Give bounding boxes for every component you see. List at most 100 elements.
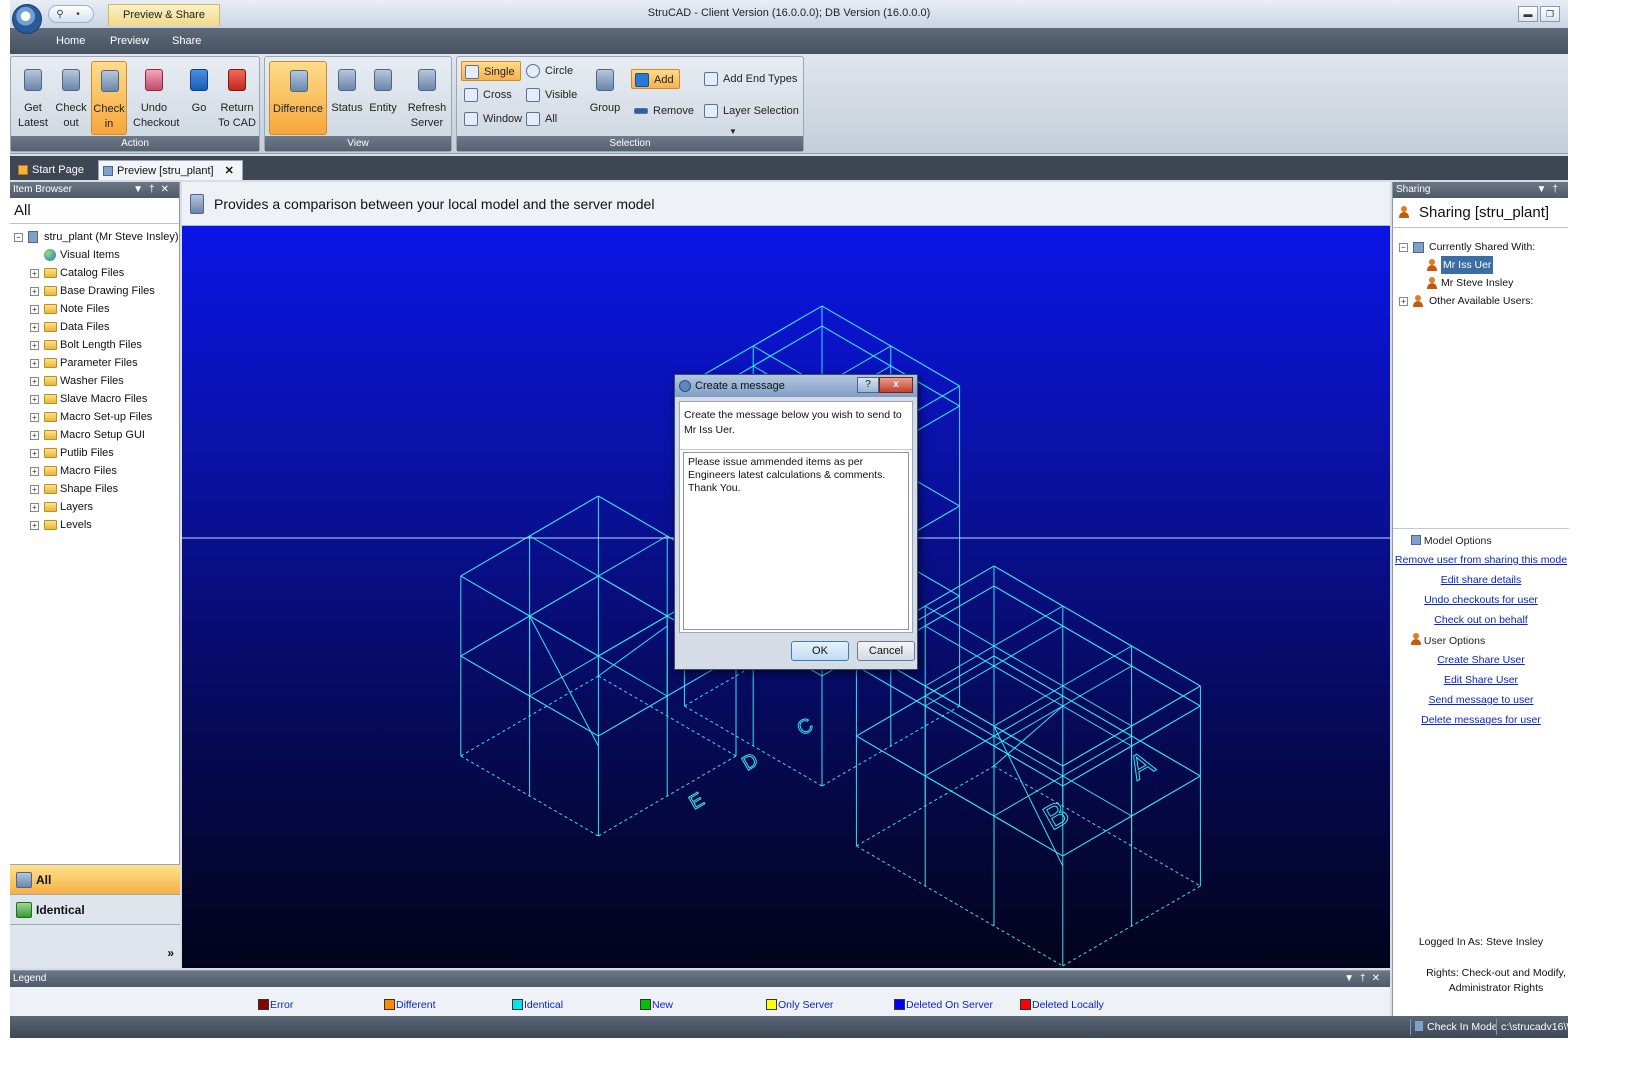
tab-preview[interactable]: Preview xyxy=(102,28,157,54)
viewer-description: Provides a comparison between your local… xyxy=(214,196,655,212)
delete-messages-link[interactable]: Delete messages for user xyxy=(1393,713,1569,727)
create-share-user-link[interactable]: Create Share User xyxy=(1393,653,1569,667)
layers-icon xyxy=(704,104,718,118)
edit-share-user-link[interactable]: Edit Share User xyxy=(1393,673,1569,687)
globe-icon xyxy=(44,249,56,261)
expand-icon[interactable]: + xyxy=(30,287,39,296)
collapse-icon[interactable]: − xyxy=(1399,243,1408,252)
expand-icon[interactable]: + xyxy=(30,395,39,404)
tree-item-putlib-files[interactable]: + Putlib Files xyxy=(10,444,179,462)
check-in-button[interactable]: Check in xyxy=(91,61,127,135)
folder-icon xyxy=(44,340,57,350)
go-button[interactable]: Go xyxy=(181,61,217,135)
remove-user-link[interactable]: Remove user from sharing this mode xyxy=(1393,553,1569,567)
tree-item-data-files[interactable]: + Data Files xyxy=(10,318,179,336)
tree-item-washer-files[interactable]: + Washer Files xyxy=(10,372,179,390)
end-types-icon xyxy=(704,72,718,86)
cancel-button[interactable]: Cancel xyxy=(857,641,915,661)
tree-item-parameter-files[interactable]: + Parameter Files xyxy=(10,354,179,372)
status-button[interactable]: Status xyxy=(329,61,365,135)
remove-button[interactable]: Remove xyxy=(631,101,694,121)
tree-root-stru-plant[interactable]: − stru_plant (Mr Steve Insley) xyxy=(10,228,179,246)
expand-icon[interactable]: + xyxy=(30,449,39,458)
expand-icon[interactable]: + xyxy=(30,341,39,350)
undo-checkouts-link[interactable]: Undo checkouts for user xyxy=(1393,593,1569,607)
identical-icon xyxy=(16,902,32,918)
collapse-icon[interactable]: − xyxy=(14,233,23,242)
ok-button[interactable]: OK xyxy=(791,641,849,661)
layer-selection-dropdown[interactable]: Layer Selection ▼ xyxy=(701,101,803,136)
circle-select-button[interactable]: Circle xyxy=(523,61,573,81)
group-button[interactable]: Group xyxy=(587,61,623,135)
expand-nav-icon[interactable]: » xyxy=(167,946,174,960)
tree-item-slave-macro-files[interactable]: + Slave Macro Files xyxy=(10,390,179,408)
single-select-button[interactable]: Single xyxy=(461,61,521,81)
expand-icon[interactable]: + xyxy=(30,467,39,476)
expand-icon[interactable]: + xyxy=(30,503,39,512)
expand-icon[interactable]: + xyxy=(30,377,39,386)
expand-icon[interactable]: + xyxy=(30,305,39,314)
window-controls: ▬ ❐ xyxy=(1518,6,1560,22)
help-button[interactable]: ? xyxy=(857,377,879,393)
message-textarea[interactable]: Please issue ammended items as per Engin… xyxy=(683,452,909,630)
tree-item-visual-items[interactable]: Visual Items xyxy=(10,246,179,264)
viewer-header: Provides a comparison between your local… xyxy=(182,182,1390,226)
sharing-pane: Sharing ▼† Sharing [stru_plant] − Curren… xyxy=(1392,182,1569,1016)
nav-identical[interactable]: Identical xyxy=(10,895,180,925)
expand-icon[interactable]: + xyxy=(30,359,39,368)
pane-controls[interactable]: ▼†✕ xyxy=(133,182,175,198)
legend-item-only-server: Only Server xyxy=(766,999,833,1011)
tree-item-levels[interactable]: + Levels xyxy=(10,516,179,534)
close-button[interactable]: x xyxy=(879,377,913,393)
add-end-types-button[interactable]: Add End Types xyxy=(701,69,797,89)
expand-icon[interactable]: + xyxy=(30,485,39,494)
database-icon xyxy=(28,231,38,243)
check-out-button[interactable]: Check out xyxy=(53,61,89,135)
all-select-button[interactable]: All xyxy=(523,109,557,129)
get-latest-button[interactable]: Get Latest xyxy=(15,61,51,135)
pane-controls[interactable]: ▼† xyxy=(1537,182,1564,198)
legend-pane: Legend ▼†✕ Error Different Identical New Onl… xyxy=(10,970,1390,1016)
tree-item-bolt-length-files[interactable]: + Bolt Length Files xyxy=(10,336,179,354)
create-message-dialog: Create a message ? x Create the message … xyxy=(674,374,918,670)
difference-button[interactable]: Difference xyxy=(269,61,327,135)
edit-share-details-link[interactable]: Edit share details xyxy=(1393,573,1569,587)
return-to-cad-button[interactable]: Return To CAD xyxy=(217,61,257,135)
item-tree: − stru_plant (Mr Steve Insley) Visual Item… xyxy=(10,224,179,534)
dialog-body: Create the message below you wish to sen… xyxy=(679,401,913,633)
entity-button[interactable]: Entity xyxy=(365,61,401,135)
tab-share[interactable]: Share xyxy=(164,28,209,54)
tab-home[interactable]: Home xyxy=(48,28,93,54)
check-out-on-behalf-link[interactable]: Check out on behalf xyxy=(1393,613,1569,627)
tree-item-macro-set-up-files[interactable]: + Macro Set-up Files xyxy=(10,408,179,426)
window-select-button[interactable]: Window xyxy=(461,109,522,129)
refresh-server-button[interactable]: Refresh Server xyxy=(407,61,447,135)
expand-icon[interactable]: + xyxy=(30,431,39,440)
undo-checkout-button[interactable]: Undo Checkout xyxy=(133,61,179,135)
tree-item-note-files[interactable]: + Note Files xyxy=(10,300,179,318)
tree-item-base-drawing-files[interactable]: + Base Drawing Files xyxy=(10,282,179,300)
expand-icon[interactable]: + xyxy=(1399,297,1408,306)
tab-start-page[interactable]: Start Page xyxy=(14,160,92,180)
send-message-link[interactable]: Send message to user xyxy=(1393,693,1569,707)
add-button[interactable]: Add xyxy=(631,69,680,89)
tree-item-macro-setup-gui[interactable]: + Macro Setup GUI xyxy=(10,426,179,444)
tree-item-shape-files[interactable]: + Shape Files xyxy=(10,480,179,498)
nav-all[interactable]: All xyxy=(10,865,180,895)
cross-select-button[interactable]: Cross xyxy=(461,85,512,105)
expand-icon[interactable]: + xyxy=(30,521,39,530)
app-menu-button[interactable] xyxy=(12,4,42,34)
minimize-button[interactable]: ▬ xyxy=(1518,6,1538,22)
expand-icon[interactable]: + xyxy=(30,269,39,278)
tree-item-macro-files[interactable]: + Macro Files xyxy=(10,462,179,480)
expand-icon[interactable]: + xyxy=(30,323,39,332)
folder-icon xyxy=(44,430,57,440)
pane-controls[interactable]: ▼†✕ xyxy=(1344,971,1386,987)
restore-button[interactable]: ❐ xyxy=(1540,6,1560,22)
tree-item-layers[interactable]: + Layers xyxy=(10,498,179,516)
visible-select-button[interactable]: Visible xyxy=(523,85,577,105)
tree-item-catalog-files[interactable]: + Catalog Files xyxy=(10,264,179,282)
expand-icon[interactable]: + xyxy=(30,413,39,422)
tab-preview-stru-plant[interactable]: Preview [stru_plant] ✕ xyxy=(98,160,243,180)
close-icon[interactable]: ✕ xyxy=(225,165,234,177)
